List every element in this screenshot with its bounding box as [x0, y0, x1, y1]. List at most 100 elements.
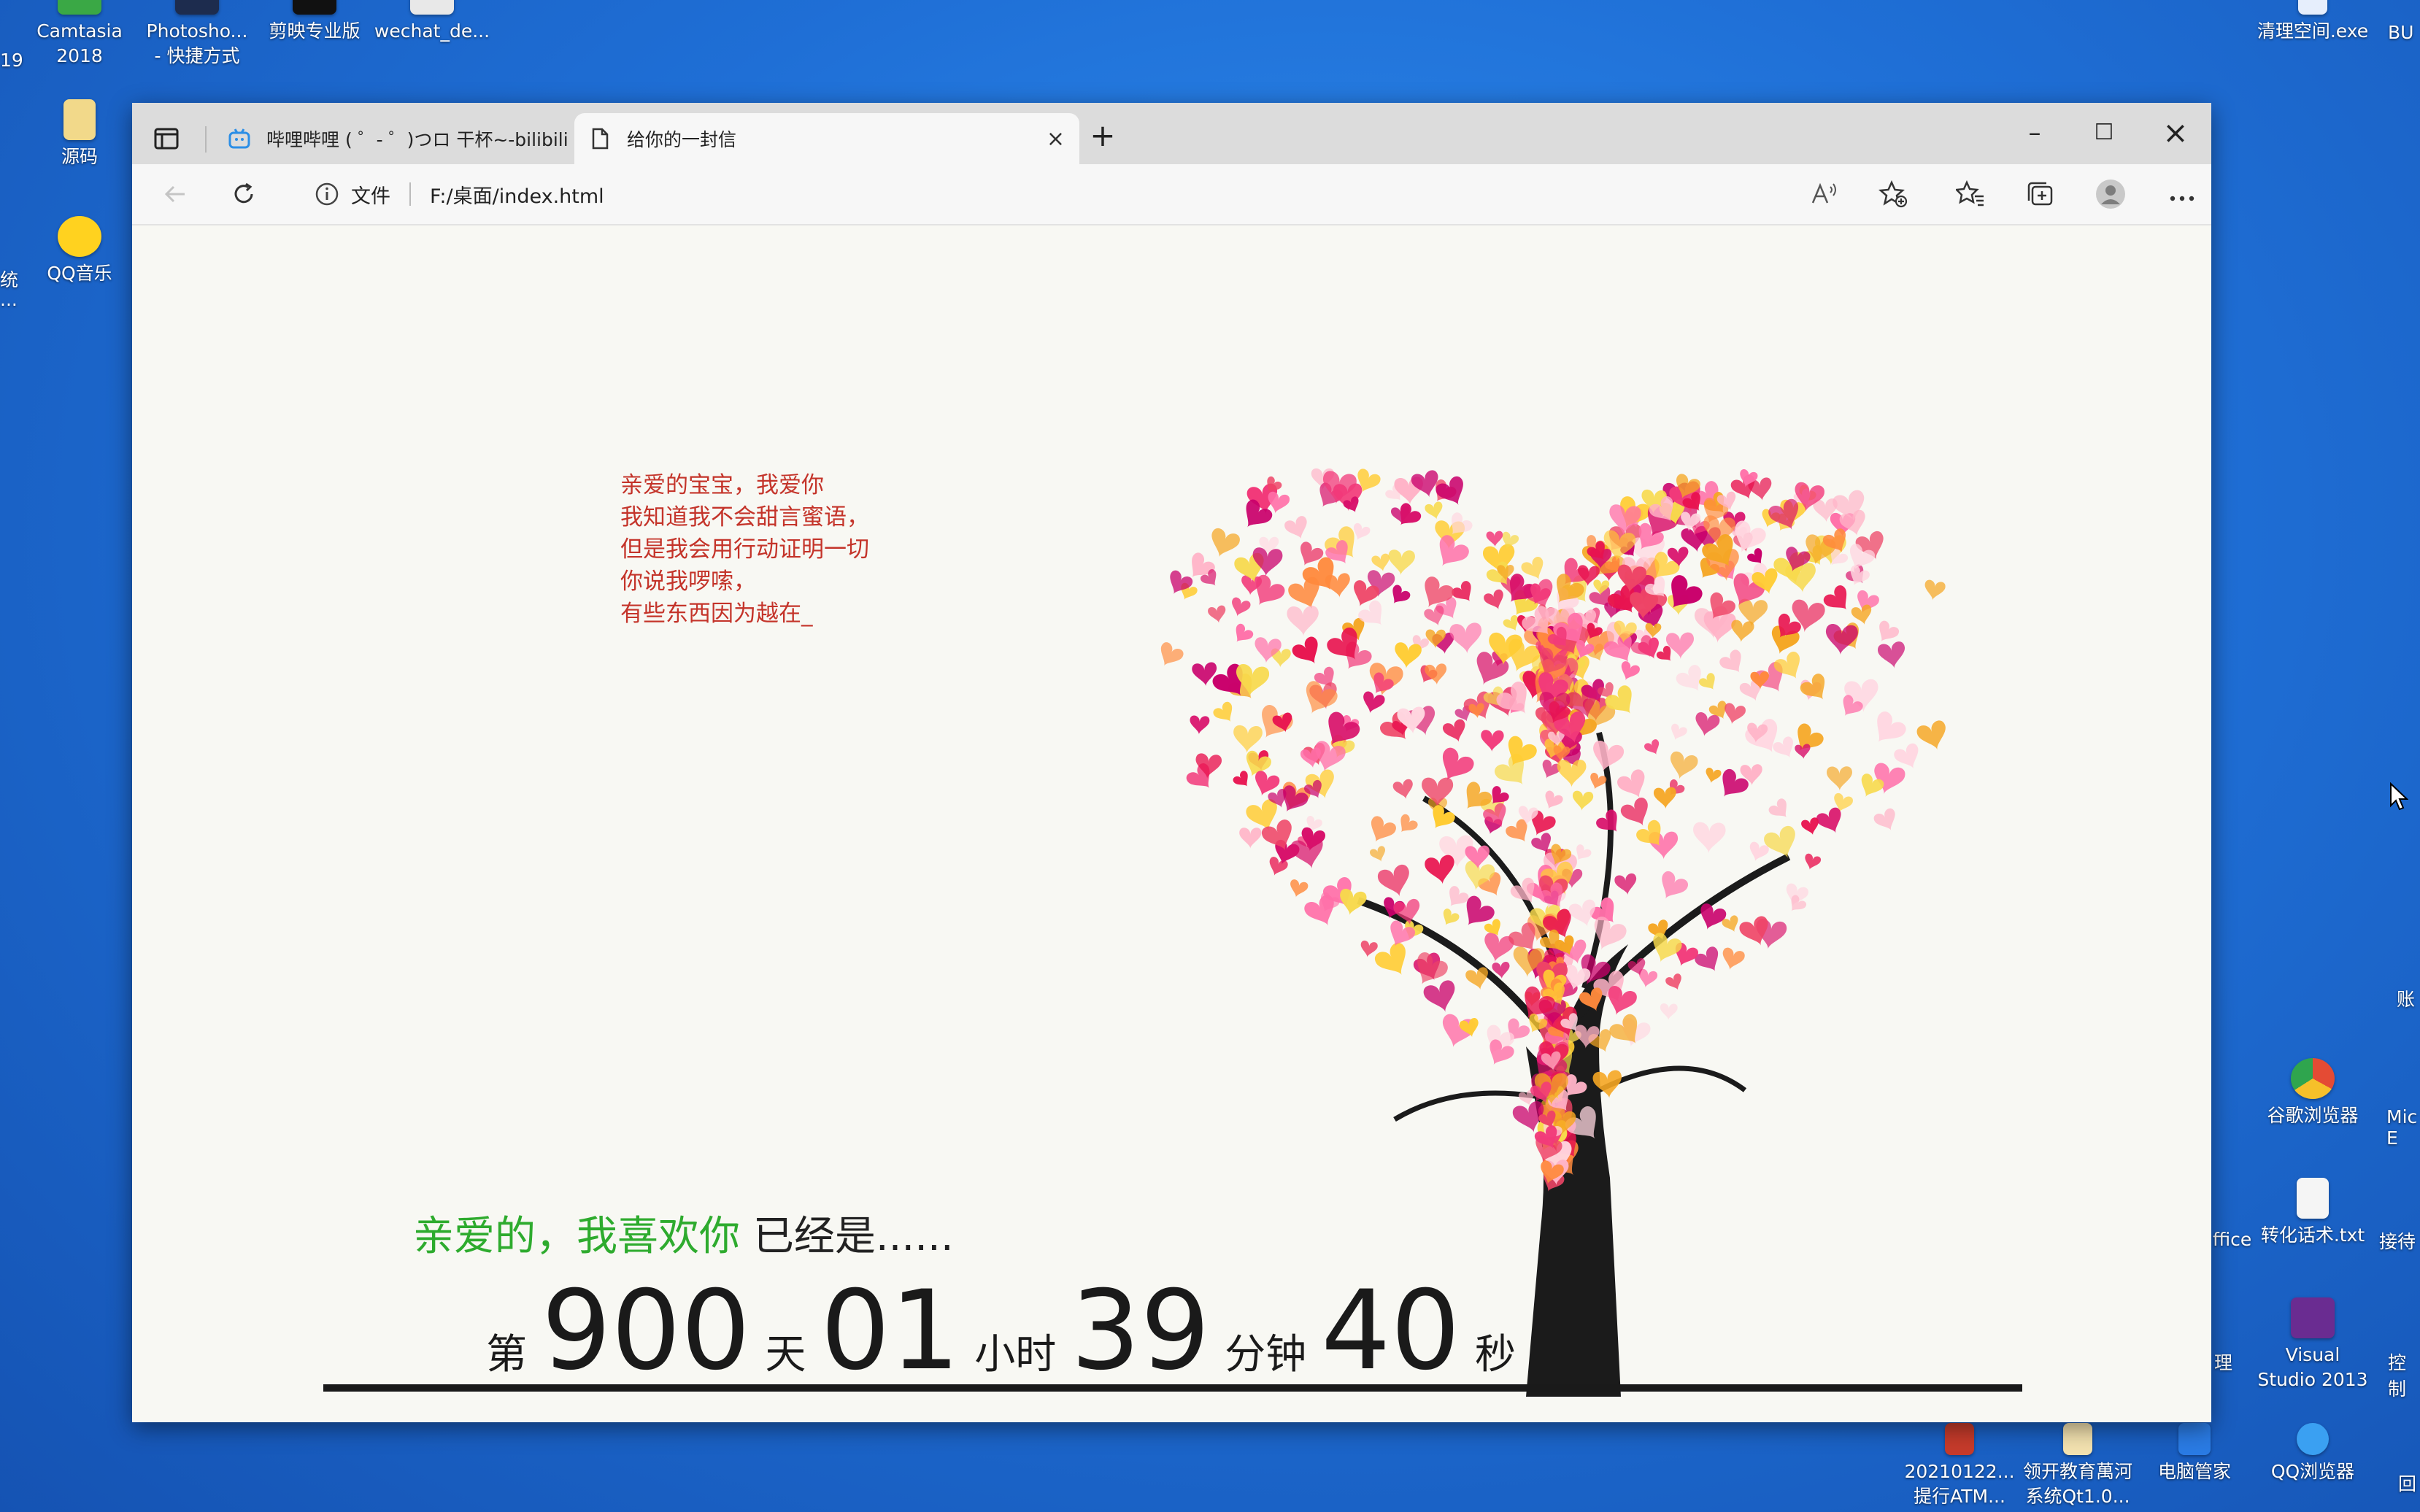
heart-leaf: [1433, 805, 1455, 829]
close-window-button[interactable]: ×: [2154, 116, 2197, 150]
heart-leaf: [1395, 642, 1422, 669]
edge-label: 回: [2398, 1473, 2417, 1494]
heart-leaf: [1439, 535, 1469, 566]
desktop-icon-label: 源码: [61, 146, 98, 167]
heart-leaf: [1671, 751, 1698, 779]
add-favorite-button[interactable]: [1876, 177, 1910, 211]
heart-leaf: [1484, 589, 1503, 610]
desktop-icon-label: 剪映专业版: [269, 20, 361, 42]
heart-leaf: [1388, 549, 1415, 576]
document-icon: [592, 128, 609, 150]
wechat-devtools-icon: [410, 0, 454, 15]
heart-leaf: [1800, 674, 1825, 700]
tab-separator: [205, 126, 207, 153]
refresh-icon: [234, 182, 253, 204]
more-icon: [2170, 196, 2194, 201]
desktop-icon-cleanup[interactable]: 清理空间.exe: [2243, 0, 2382, 44]
back-button[interactable]: [158, 177, 192, 211]
photoshop-icon: [175, 0, 219, 15]
desktop-icon-visual-studio[interactable]: Visual Studio 2013: [2243, 1297, 2382, 1392]
site-info-label[interactable]: 文件: [351, 180, 390, 209]
url-text[interactable]: F:/桌面/index.html: [430, 180, 604, 209]
page-content: 亲爱的宝宝，我爱你 我知道我不会甜言蜜语， 但是我会用行动证明一切 你说我啰嗦，…: [132, 225, 2211, 1422]
camtasia-icon: [58, 0, 101, 15]
counter-hours-unit: 小时: [974, 1331, 1057, 1378]
heart-leaf: [1924, 579, 1946, 601]
edge-label: 账: [2397, 989, 2416, 1010]
collections-button[interactable]: [2024, 177, 2057, 211]
favorites-button[interactable]: [1954, 177, 1987, 211]
settings-more-button[interactable]: [2165, 177, 2199, 211]
heart-leaf: [1211, 528, 1240, 558]
text-file-icon: [2297, 1178, 2329, 1219]
heart-leaf: [1823, 585, 1847, 610]
heart-leaf: [1449, 886, 1469, 907]
read-aloud-icon: [1811, 182, 1836, 204]
heart-leaf: [1232, 597, 1251, 617]
heart-leaf: [1719, 649, 1741, 673]
letter-line: 你说我啰嗦，: [620, 568, 756, 595]
heart-leaf: [1290, 879, 1309, 898]
heart-leaf: [1545, 790, 1563, 809]
heart-leaf: [1506, 819, 1527, 842]
tab-letter[interactable]: 给你的一封信 ×: [574, 113, 1079, 164]
heart-leaf: [1590, 773, 1607, 790]
desktop-icon-label: Camtasia 2018: [36, 20, 123, 66]
read-aloud-button[interactable]: [1808, 177, 1841, 211]
profile-button[interactable]: [2094, 177, 2127, 211]
tab-actions-icon[interactable]: [154, 128, 179, 150]
heart-leaf: [1816, 807, 1841, 833]
heart-leaf: [1621, 661, 1640, 681]
heart-leaf: [1287, 606, 1319, 636]
heart-leaf: [1425, 855, 1454, 884]
heart-leaf: [1284, 516, 1307, 539]
heart-leaf: [1325, 573, 1350, 598]
desktop-icon-chrome[interactable]: 谷歌浏览器: [2243, 1058, 2382, 1128]
tab-title: 给你的一封信: [627, 129, 737, 150]
heart-leaf: [1425, 501, 1443, 520]
desktop-icon-qqmusic[interactable]: QQ音乐: [10, 216, 149, 286]
heart-leaf: [1557, 760, 1587, 787]
letter-line: 有些东西因为越在_: [620, 601, 813, 627]
desktop-icon-label: QQ浏览器: [2270, 1461, 2355, 1482]
counter-days: 900: [542, 1268, 751, 1395]
desktop-icon-label: 20210122... 提行ATM...: [1904, 1461, 2015, 1507]
desktop-icon-wechat-devtools[interactable]: wechat_de...: [363, 0, 501, 44]
love-heading-green: 亲爱的，我喜欢你: [413, 1213, 740, 1260]
tab-strip: 哔哩哔哩 ( ゜- ゜)つロ 干杯~-bilibili × 给你的一封信 × +…: [132, 103, 2211, 164]
desktop-icon-source[interactable]: 源码: [10, 99, 149, 169]
heart-leaf: [1660, 1003, 1678, 1020]
heart-leaf: [1377, 864, 1409, 897]
heart-leaf: [1671, 723, 1687, 741]
refresh-button[interactable]: [227, 177, 261, 211]
heart-leaf: [1443, 909, 1460, 926]
navigation-toolbar: 文件 F:/桌面/index.html: [132, 164, 2211, 225]
heart-leaf: [1233, 725, 1263, 754]
heart-leaf: [1874, 763, 1905, 795]
counter-prefix: 第: [486, 1331, 527, 1378]
heart-leaf: [1695, 946, 1719, 972]
heart-leaf: [1699, 673, 1715, 690]
desktop-icon-txt[interactable]: 转化话术.txt: [2243, 1178, 2382, 1248]
minimize-button[interactable]: –: [2013, 116, 2057, 150]
back-arrow-icon: [164, 185, 185, 203]
address-bar[interactable]: 文件 F:/桌面/index.html: [315, 179, 604, 209]
maximize-button[interactable]: ☐: [2082, 116, 2126, 150]
heart-leaf: [1617, 769, 1645, 798]
new-tab-button[interactable]: +: [1081, 119, 1125, 153]
counter-seconds: 40: [1321, 1268, 1460, 1395]
close-tab-icon[interactable]: ×: [1047, 126, 1065, 152]
counter-hours: 01: [820, 1268, 960, 1395]
heart-leaf: [1731, 620, 1754, 643]
ground-line: [323, 1384, 2022, 1392]
edge-label: BU: [2388, 22, 2414, 43]
heart-leaf: [1662, 871, 1688, 899]
heart-leaf: [1208, 605, 1226, 623]
edge-label: 理: [2214, 1352, 2233, 1373]
heart-leaf: [1486, 531, 1503, 547]
desktop-icon-label: Visual Studio 2013: [2257, 1344, 2368, 1390]
heart-leaf: [1449, 622, 1482, 654]
desktop-icon-qq-browser[interactable]: QQ浏览器: [2243, 1423, 2382, 1484]
heart-leaf: [1614, 873, 1637, 895]
heart-leaf: [1481, 730, 1504, 752]
